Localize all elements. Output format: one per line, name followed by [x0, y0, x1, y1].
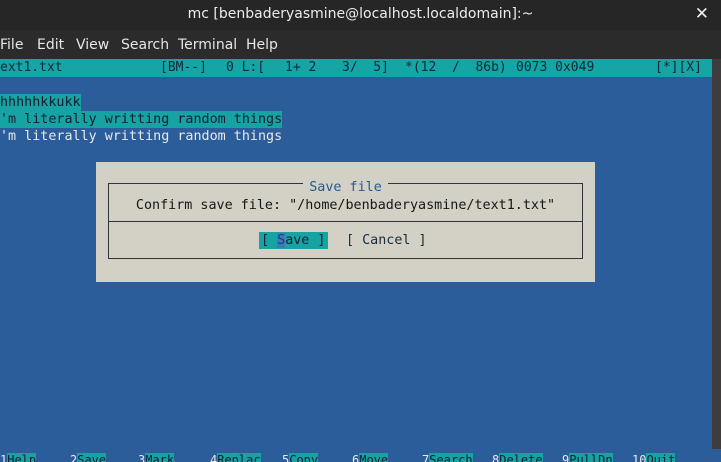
- fkey-search[interactable]: 7Search: [422, 451, 473, 462]
- terminal-scrollbar[interactable]: [712, 59, 721, 449]
- fkey-mark[interactable]: 3Mark: [138, 451, 175, 462]
- window-titlebar: mc [benbaderyasmine@localhost.localdomai…: [0, 0, 721, 30]
- status-mode: [BM--]: [160, 60, 207, 75]
- menu-search[interactable]: Search: [121, 37, 169, 53]
- close-icon[interactable]: ✕: [695, 4, 709, 24]
- menu-edit[interactable]: Edit: [37, 37, 64, 53]
- fkey-pulldown[interactable]: 9PullDn: [562, 451, 613, 462]
- dialog-title: Save file: [303, 180, 388, 195]
- editor-line-1[interactable]: hhhhhkkukk: [0, 94, 81, 111]
- status-line-info: 1+ 2: [285, 60, 317, 75]
- menu-terminal[interactable]: Terminal: [178, 37, 237, 53]
- save-button-rest: ave ]: [285, 233, 326, 248]
- fkey-help[interactable]: 1Help: [0, 451, 37, 462]
- save-button[interactable]: [ Save ]: [259, 232, 328, 249]
- menu-file[interactable]: File: [0, 37, 23, 53]
- fkey-replace[interactable]: 4Replac: [210, 451, 261, 462]
- editor-line-3[interactable]: 'm literally writting random things: [0, 128, 282, 145]
- status-line-count: 3/ 5]: [342, 60, 389, 75]
- menu-view[interactable]: View: [76, 37, 109, 53]
- menu-bar: File Edit View Search Terminal Help: [0, 30, 721, 59]
- fkey-copy[interactable]: 5Copy: [282, 451, 319, 462]
- status-size: *(12 / 86b): [405, 60, 507, 75]
- dialog-title-row: Save file: [96, 179, 595, 196]
- save-button-open: [: [261, 233, 278, 248]
- fkey-quit[interactable]: 10Quit: [632, 451, 676, 462]
- window-title: mc [benbaderyasmine@localhost.localdomai…: [187, 6, 534, 22]
- status-char-code: 0073 0x049: [516, 60, 595, 75]
- save-button-hotkey: S: [277, 233, 286, 248]
- menu-help[interactable]: Help: [246, 37, 278, 53]
- function-key-bar: 1Help 2Save 3Mark 4Replac 5Copy 6Move 7S…: [0, 449, 721, 462]
- dialog-message: Confirm save file: "/home/benbaderyasmin…: [135, 198, 556, 213]
- editor-line-2[interactable]: 'm literally writting random things: [0, 111, 283, 128]
- cancel-button[interactable]: [ Cancel ]: [346, 232, 427, 249]
- status-flags: [*][X]: [655, 60, 702, 75]
- fkey-save[interactable]: 2Save: [70, 451, 107, 462]
- status-column: 0 L:[: [226, 60, 266, 75]
- fkey-delete[interactable]: 8Delete: [492, 451, 543, 462]
- editor-status-bar: ext1.txt [BM--] 0 L:[ 1+ 2 3/ 5] *(12 / …: [0, 59, 721, 77]
- save-file-dialog: Save file Confirm save file: "/home/benb…: [96, 162, 595, 282]
- fkey-move[interactable]: 6Move: [352, 451, 389, 462]
- status-filename: ext1.txt: [0, 60, 63, 75]
